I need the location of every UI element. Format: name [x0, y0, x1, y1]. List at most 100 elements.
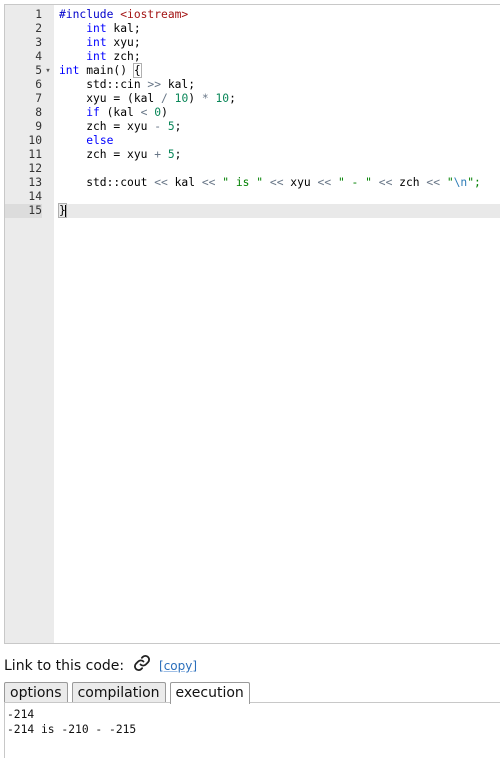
- code-token: +: [154, 148, 162, 161]
- link-row: Link to this code: [copy]: [4, 654, 197, 674]
- tab-execution[interactable]: execution: [169, 682, 250, 704]
- code-token: int: [86, 22, 107, 35]
- code-line[interactable]: 6 std::cin >> kal;: [5, 78, 500, 92]
- code-token: xyu: [283, 176, 318, 189]
- code-token: 5: [167, 148, 175, 161]
- code-token: kal;: [161, 78, 196, 91]
- copy-link[interactable]: [copy]: [159, 659, 197, 673]
- line-number: 11: [28, 148, 42, 161]
- code-token: (kal: [99, 106, 141, 119]
- code-line[interactable]: 7 xyu = (kal / 10) * 10;: [5, 92, 500, 106]
- code-token: zch = xyu: [59, 120, 155, 133]
- code-token: ": [446, 176, 454, 189]
- code-token: <<: [154, 176, 168, 189]
- tab-compilation[interactable]: compilation: [71, 682, 166, 703]
- code-line[interactable]: 9 zch = xyu - 5;: [5, 120, 500, 134]
- line-number: 6: [35, 78, 42, 91]
- line-number: 5: [35, 64, 42, 77]
- code-line[interactable]: 5 ▾ int main() {: [5, 63, 500, 78]
- code-line[interactable]: 14: [5, 190, 500, 204]
- code-token: \n: [453, 176, 468, 189]
- tab-options[interactable]: options: [4, 682, 68, 703]
- code-text: int main() {: [58, 63, 500, 78]
- code-token: <<: [201, 176, 216, 189]
- line-number: 14: [28, 190, 42, 203]
- code-token: <<: [426, 176, 440, 189]
- code-token: -: [154, 120, 162, 133]
- code-text: zch = xyu + 5;: [58, 148, 500, 162]
- code-token: main(): [79, 64, 134, 77]
- code-line[interactable]: 12: [5, 162, 500, 176]
- line-number: 3: [35, 36, 42, 49]
- code-token: std::cout: [59, 176, 155, 189]
- fold-toggle-icon[interactable]: ▾: [43, 64, 53, 78]
- code-text: std::cin >> kal;: [58, 78, 500, 92]
- line-number: 10: [28, 134, 42, 147]
- line-number: 9: [35, 120, 42, 133]
- code-token: ;: [229, 92, 236, 105]
- execution-output: -214 -214 is -210 - -215: [4, 702, 500, 758]
- code-token: <iostream>: [120, 8, 189, 21]
- code-text: }: [58, 203, 500, 218]
- code-line[interactable]: 10 else: [5, 134, 500, 148]
- code-line[interactable]: 8 if (kal < 0): [5, 106, 500, 120]
- code-text: #include <iostream>: [58, 8, 500, 22]
- code-line[interactable]: 3 int xyu;: [5, 36, 500, 50]
- code-token: if: [86, 106, 100, 119]
- code-token: #include: [59, 8, 121, 21]
- line-number: 7: [35, 92, 42, 105]
- code-token: xyu = (kal: [59, 92, 162, 105]
- line-number: 12: [28, 162, 42, 175]
- code-line[interactable]: 15}: [5, 203, 500, 218]
- code-line[interactable]: 4 int zch;: [5, 50, 500, 64]
- code-token: int: [86, 50, 107, 63]
- code-token: zch;: [106, 50, 141, 63]
- code-token: zch: [392, 176, 427, 189]
- line-number: 1: [35, 8, 42, 21]
- code-text: xyu = (kal / 10) * 10;: [58, 92, 500, 106]
- code-line[interactable]: 1 #include <iostream>: [5, 8, 500, 22]
- output-line: -214: [7, 708, 35, 721]
- code-token: ";: [467, 176, 481, 189]
- link-icon[interactable]: [133, 654, 151, 678]
- code-token: int: [59, 64, 80, 77]
- code-token: kal: [167, 176, 202, 189]
- code-text: int zch;: [58, 50, 500, 64]
- code-text: else: [58, 134, 500, 148]
- code-token: " - ": [337, 176, 372, 189]
- code-text: zch = xyu - 5;: [58, 120, 500, 134]
- output-line: -214 is -210 - -215: [7, 723, 137, 736]
- code-token: ): [188, 92, 202, 105]
- code-text: if (kal < 0): [58, 106, 500, 120]
- code-token: *: [201, 92, 209, 105]
- code-line[interactable]: 13 std::cout << kal << " is " << xyu << …: [5, 176, 500, 190]
- line-number: 13: [28, 176, 42, 189]
- code-token: std::cin: [59, 78, 148, 91]
- code-token: 10: [174, 92, 189, 105]
- line-number: 8: [35, 106, 42, 119]
- code-lines[interactable]: 1 #include <iostream> 2 int kal; 3 int xyu;…: [5, 8, 500, 218]
- output-tabs: options compilation execution: [4, 682, 250, 704]
- text-cursor: [64, 205, 67, 217]
- link-label: Link to this code:: [4, 658, 125, 674]
- code-line[interactable]: 2 int kal;: [5, 22, 500, 36]
- code-token: xyu;: [106, 36, 141, 49]
- code-token: <<: [378, 176, 393, 189]
- code-token: 5: [167, 120, 175, 133]
- code-token: >>: [147, 78, 162, 91]
- line-number: 4: [35, 50, 42, 63]
- code-line[interactable]: 11 zch = xyu + 5;: [5, 148, 500, 162]
- code-editor[interactable]: 1 #include <iostream> 2 int kal; 3 int xyu;…: [4, 4, 500, 644]
- code-token: <<: [269, 176, 284, 189]
- code-token: zch = xyu: [59, 148, 155, 161]
- code-token: else: [86, 134, 114, 147]
